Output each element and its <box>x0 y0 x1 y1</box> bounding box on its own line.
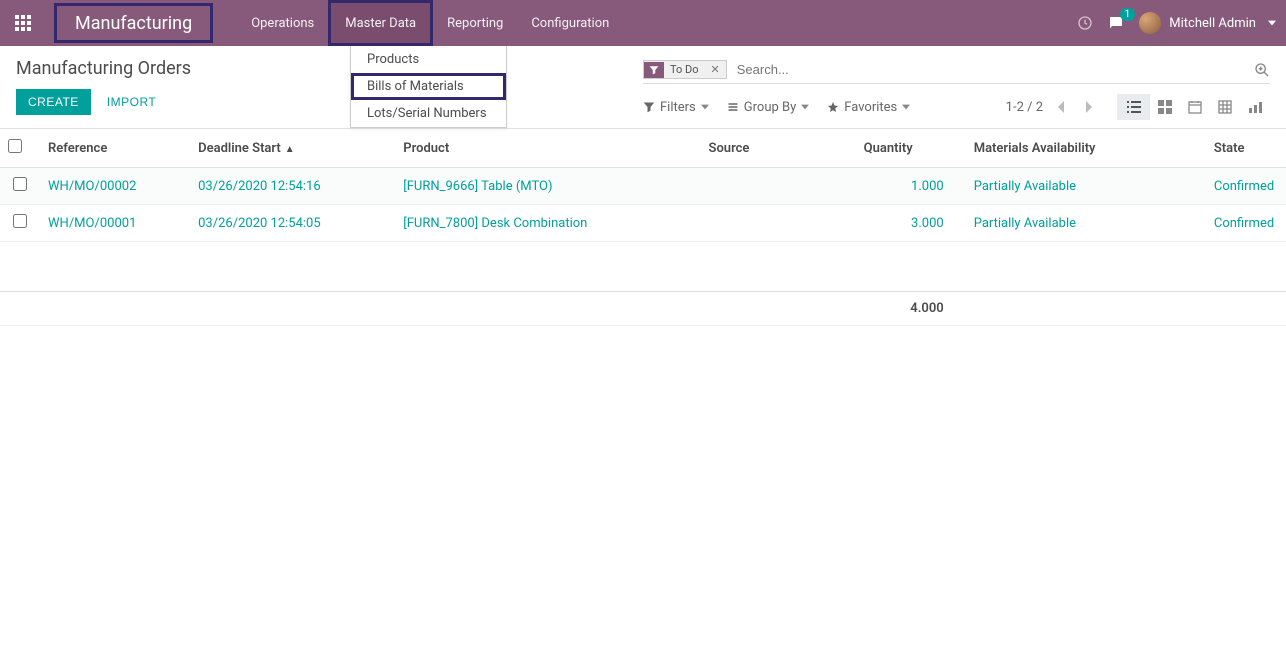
messaging-icon[interactable]: 1 <box>1107 14 1125 32</box>
nav-reporting[interactable]: Reporting <box>433 0 517 46</box>
cell-quantity: 3.000 <box>911 216 944 231</box>
groupby-label: Group By <box>744 100 797 115</box>
col-reference[interactable]: Reference <box>40 129 190 168</box>
facet-label: To Do <box>664 61 705 78</box>
nav-master-data[interactable]: Master Data <box>328 0 433 46</box>
nav-menu: Operations Master Data Reporting Configu… <box>237 0 623 46</box>
col-deadline[interactable]: Deadline Start▲ <box>190 129 395 168</box>
nav-configuration[interactable]: Configuration <box>517 0 623 46</box>
filters-button[interactable]: Filters <box>643 100 709 115</box>
clock-icon[interactable] <box>1077 15 1093 31</box>
search-input[interactable] <box>733 58 1254 81</box>
total-row: 4.000 <box>0 292 1286 326</box>
star-icon <box>827 101 839 113</box>
funnel-icon <box>643 101 655 113</box>
cell-source <box>701 168 856 205</box>
apps-button[interactable] <box>0 15 46 31</box>
sort-asc-icon: ▲ <box>285 144 295 155</box>
control-panel: Manufacturing Orders CREATE IMPORT To Do… <box>0 46 1286 128</box>
search-zoom-icon[interactable] <box>1254 62 1270 78</box>
total-quantity: 4.000 <box>856 292 966 326</box>
cell-reference[interactable]: WH/MO/00002 <box>48 179 136 194</box>
cell-quantity: 1.000 <box>911 179 944 194</box>
pager-next[interactable] <box>1081 97 1097 117</box>
table-row[interactable]: WH/MO/00002 03/26/2020 12:54:16 [FURN_96… <box>0 168 1286 205</box>
caret-icon <box>801 103 809 111</box>
cell-source <box>701 205 856 242</box>
cell-reference[interactable]: WH/MO/00001 <box>48 216 136 231</box>
search-facet: To Do ✕ <box>643 60 727 79</box>
user-name: Mitchell Admin <box>1169 16 1256 31</box>
cell-deadline: 03/26/2020 12:54:05 <box>198 216 321 231</box>
avatar <box>1139 12 1161 34</box>
navbar: Manufacturing Operations Master Data Rep… <box>0 0 1286 46</box>
cell-state: Confirmed <box>1214 216 1274 231</box>
col-source[interactable]: Source <box>701 129 856 168</box>
dropdown-lots-serial[interactable]: Lots/Serial Numbers <box>351 100 506 127</box>
filter-row: Filters Group By Favorites 1-2 / 2 <box>643 94 1270 120</box>
cell-product[interactable]: [FURN_7800] Desk Combination <box>403 216 587 231</box>
app-brand[interactable]: Manufacturing <box>54 3 213 43</box>
list-icon <box>727 101 739 113</box>
select-all-checkbox[interactable] <box>8 139 22 153</box>
favorites-label: Favorites <box>844 100 897 115</box>
apps-icon <box>15 15 31 31</box>
col-product[interactable]: Product <box>395 129 700 168</box>
groupby-button[interactable]: Group By <box>727 100 810 115</box>
pager-text: 1-2 / 2 <box>1006 100 1043 115</box>
col-quantity[interactable]: Quantity <box>856 129 966 168</box>
import-button[interactable]: IMPORT <box>97 89 166 115</box>
caret-icon <box>701 103 709 111</box>
navbar-right: 1 Mitchell Admin <box>1077 0 1286 46</box>
filter-icon <box>644 62 664 78</box>
view-calendar[interactable] <box>1180 94 1210 120</box>
cell-deadline: 03/26/2020 12:54:16 <box>198 179 321 194</box>
cell-materials: Partially Available <box>974 216 1076 231</box>
cell-state: Confirmed <box>1214 179 1274 194</box>
caret-icon <box>902 103 910 111</box>
filters-label: Filters <box>660 100 696 115</box>
caret-down-icon <box>1268 19 1276 27</box>
orders-table: Reference Deadline Start▲ Product Source… <box>0 128 1286 326</box>
nav-operations[interactable]: Operations <box>237 0 328 46</box>
table-row[interactable]: WH/MO/00001 03/26/2020 12:54:05 [FURN_78… <box>0 205 1286 242</box>
page-title: Manufacturing Orders <box>16 58 643 79</box>
facet-remove[interactable]: ✕ <box>705 61 726 78</box>
col-materials[interactable]: Materials Availability <box>966 129 1206 168</box>
create-button[interactable]: CREATE <box>16 89 91 115</box>
pager: 1-2 / 2 <box>1006 94 1270 120</box>
view-graph[interactable] <box>1240 94 1270 120</box>
row-checkbox[interactable] <box>13 177 27 191</box>
dropdown-products[interactable]: Products <box>351 46 506 73</box>
cell-product[interactable]: [FURN_9666] Table (MTO) <box>403 179 552 194</box>
view-pivot[interactable] <box>1210 94 1240 120</box>
favorites-button[interactable]: Favorites <box>827 100 910 115</box>
col-state[interactable]: State <box>1206 129 1286 168</box>
search-bar: To Do ✕ <box>643 58 1270 84</box>
messaging-badge: 1 <box>1120 8 1136 21</box>
cell-materials: Partially Available <box>974 179 1076 194</box>
user-menu[interactable]: Mitchell Admin <box>1139 12 1276 34</box>
master-data-dropdown: Products Bills of Materials Lots/Serial … <box>350 46 507 128</box>
row-checkbox[interactable] <box>13 214 27 228</box>
pager-prev[interactable] <box>1053 97 1069 117</box>
view-kanban[interactable] <box>1150 94 1180 120</box>
view-list[interactable] <box>1118 94 1150 120</box>
dropdown-bills-of-materials[interactable]: Bills of Materials <box>351 73 506 100</box>
view-switcher <box>1117 94 1270 120</box>
